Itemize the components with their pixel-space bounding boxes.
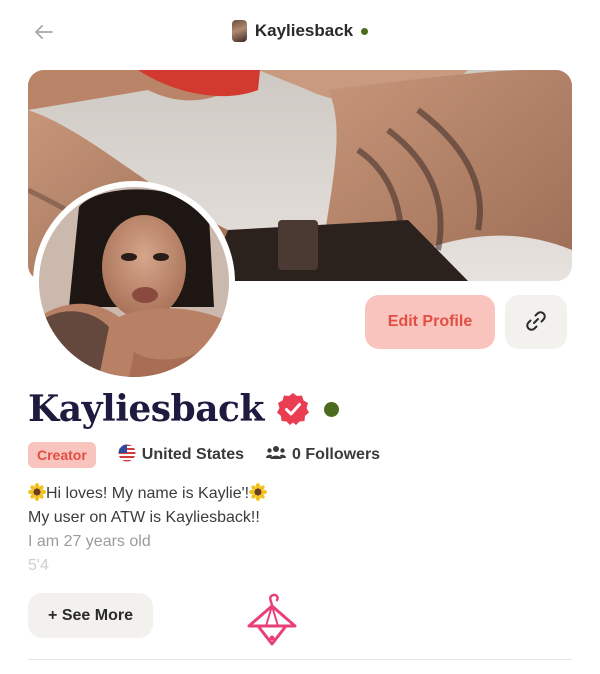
profile-meta-row: Creator United States 0 Followers [28, 442, 380, 468]
followers-count: 0 Followers [292, 446, 381, 463]
section-divider [28, 659, 572, 660]
hanger-icon[interactable] [244, 592, 300, 648]
avatar-image [39, 187, 229, 377]
top-username: Kayliesback [254, 21, 354, 40]
edit-profile-button[interactable]: Edit Profile [365, 295, 495, 349]
followers-info[interactable]: 0 Followers [266, 445, 380, 466]
country-info: United States [118, 444, 244, 467]
us-flag-icon [118, 444, 136, 467]
online-status-dot [361, 27, 369, 35]
country-label: United States [141, 446, 245, 463]
profile-bio: Hi loves! My name is Kaylie'! My user on… [28, 482, 568, 578]
profile-display-name: Kayliesback [28, 388, 264, 430]
top-bar: Kayliesback [0, 0, 600, 64]
bio-text-1: Hi loves! My name is Kaylie'! [46, 485, 250, 502]
sunflower-icon [249, 483, 268, 501]
online-status-dot [323, 401, 339, 417]
sunflower-icon [28, 483, 46, 501]
bio-line: My user on ATW is Kayliesback!! [28, 509, 260, 526]
followers-icon [266, 445, 287, 466]
bio-line: 5'4 [28, 557, 49, 574]
creator-badge: Creator [28, 442, 96, 468]
copy-link-button[interactable] [505, 295, 567, 349]
top-profile-title: Kayliesback [0, 20, 600, 42]
mini-avatar [231, 20, 247, 42]
bio-line: Hi loves! My name is Kaylie'! [28, 482, 568, 506]
name-row: Kayliesback [28, 388, 339, 430]
profile-avatar[interactable] [33, 181, 235, 383]
link-icon [524, 309, 548, 336]
see-more-button[interactable]: + See More [28, 593, 153, 638]
bio-line: I am 27 years old [28, 533, 151, 550]
verified-badge-icon [276, 392, 310, 426]
